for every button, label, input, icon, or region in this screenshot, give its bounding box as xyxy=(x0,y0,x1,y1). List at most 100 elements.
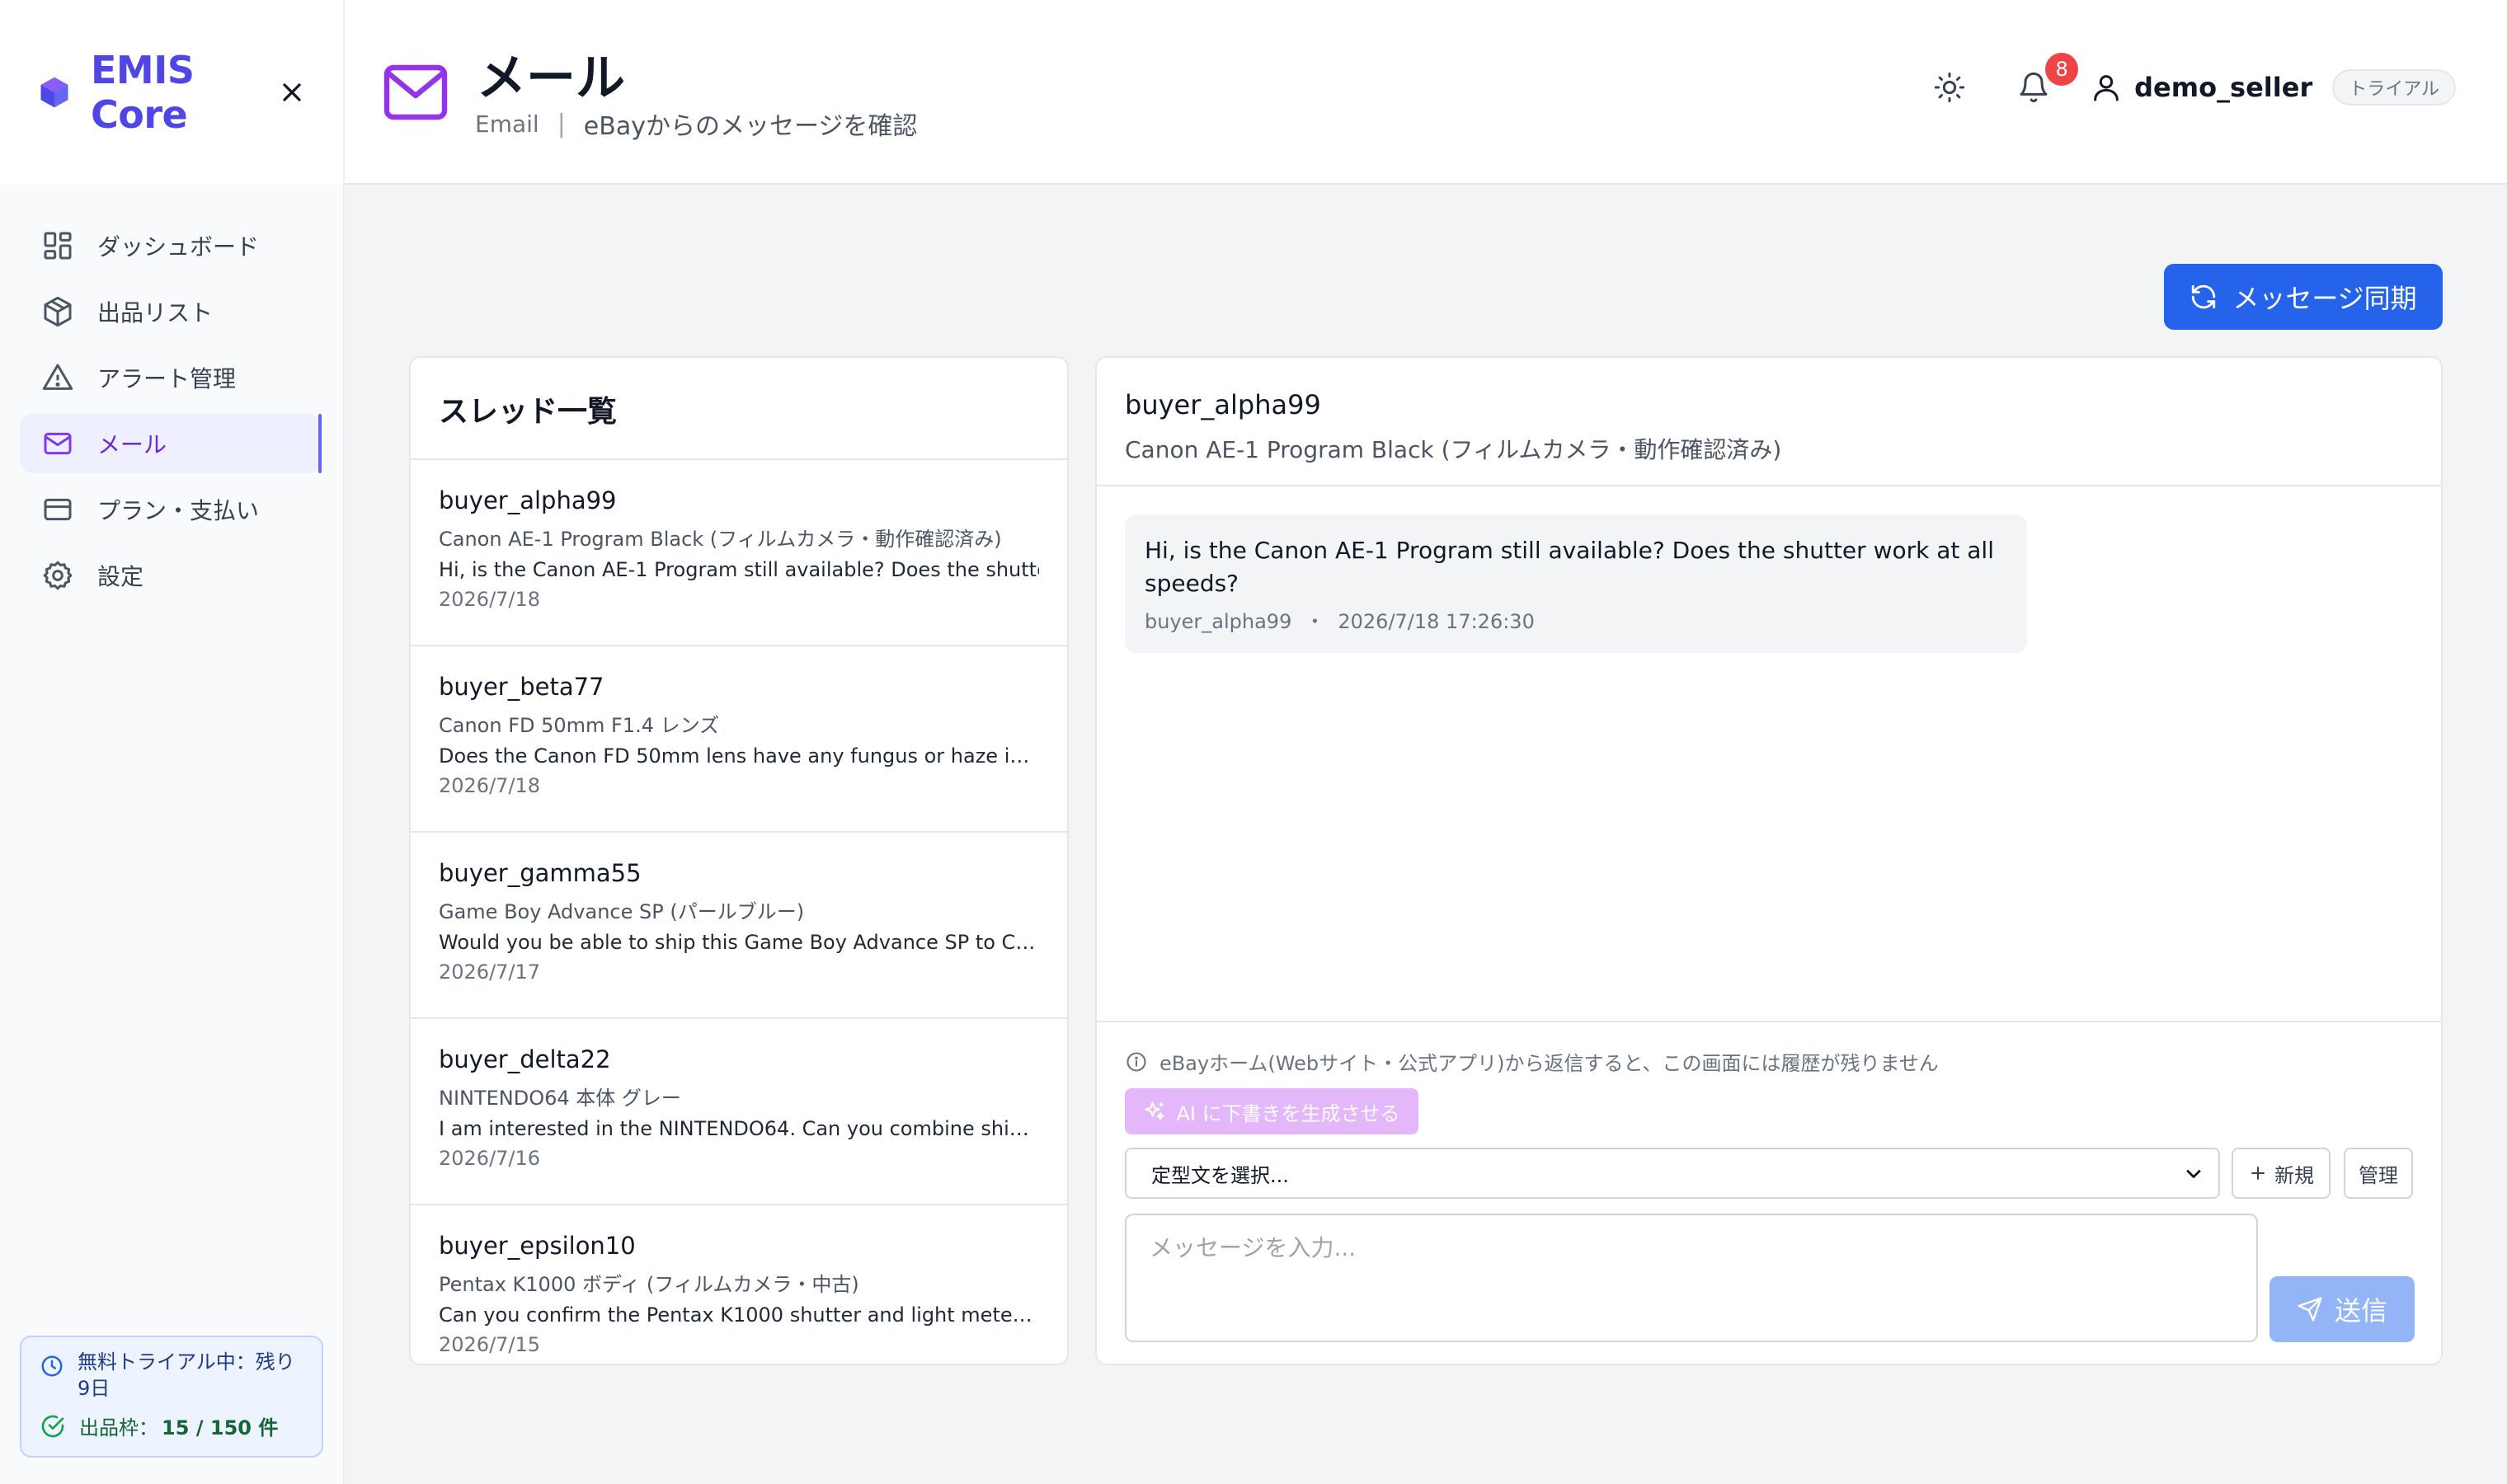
thread-buyer: buyer_epsilon10 xyxy=(439,1232,636,1260)
thread-preview: Does the Canon FD 50mm lens have any fun… xyxy=(439,744,1039,768)
send-button[interactable]: 送信 xyxy=(2269,1276,2415,1342)
new-template-label: 新規 xyxy=(2274,1163,2314,1187)
refresh-icon xyxy=(2190,283,2218,311)
thread-date: 2026/7/15 xyxy=(439,1333,541,1356)
thread-preview: I am interested in the NINTENDO64. Can y… xyxy=(439,1117,1039,1140)
sidebar-item-settings[interactable]: 設定 xyxy=(20,546,322,605)
gear-icon xyxy=(41,559,74,592)
sidebar-item-label: プラン・支払い xyxy=(97,497,260,524)
bell-icon xyxy=(2017,71,2050,104)
header-actions: 8 demo_seller トライアル xyxy=(1926,53,2456,110)
new-template-button[interactable]: 新規 xyxy=(2232,1148,2331,1199)
subtitle-text: eBayからのメッセージを確認 xyxy=(583,112,918,141)
sidebar-item-billing[interactable]: プラン・支払い xyxy=(20,480,322,539)
template-select[interactable]: 定型文を選択... xyxy=(1125,1148,2220,1199)
page-header: メール Email | eBayからのメッセージを確認 8 demo_selle… xyxy=(345,0,2507,185)
sidebar-item-label: アラート管理 xyxy=(97,365,237,392)
credit-card-icon xyxy=(41,493,74,526)
thread-item[interactable]: buyer_gamma55 Game Boy Advance SP (パールブル… xyxy=(411,833,1067,1019)
plan-badge: トライアル xyxy=(2332,69,2456,106)
subtitle-separator: | xyxy=(557,109,566,139)
notification-badge: 8 xyxy=(2045,53,2079,86)
message-list[interactable]: Hi, is the Canon AE-1 Program still avai… xyxy=(1097,486,2441,1021)
trial-status-card: 無料トライアル中：残り9日 出品枠： 15 / 150 件 xyxy=(20,1336,323,1458)
clock-icon xyxy=(40,1354,64,1378)
thread-preview: Can you confirm the Pentax K1000 shutter… xyxy=(439,1303,1039,1327)
conversation-header: buyer_alpha99 Canon AE-1 Program Black (… xyxy=(1097,358,2441,486)
thread-list-panel: スレッド一覧 buyer_alpha99 Canon AE-1 Program … xyxy=(409,356,1069,1365)
username: demo_seller xyxy=(2134,72,2313,103)
user-icon xyxy=(2090,71,2123,104)
thread-list-title: スレッド一覧 xyxy=(411,358,1067,460)
sync-label: メッセージ同期 xyxy=(2232,283,2417,314)
plus-icon xyxy=(2248,1163,2268,1183)
sidebar-item-dashboard[interactable]: ダッシュボード xyxy=(20,216,322,275)
listing-quota-row: 出品枠： 15 / 150 件 xyxy=(40,1411,303,1440)
brand-bar: EMIS Core xyxy=(0,0,343,185)
conversation-item-title: Canon AE-1 Program Black (フィルムカメラ・動作確認済み… xyxy=(1125,436,1782,463)
check-circle-icon xyxy=(40,1413,66,1439)
send-icon xyxy=(2297,1296,2323,1322)
thread-date: 2026/7/17 xyxy=(439,960,541,984)
sidebar-item-listings[interactable]: 出品リスト xyxy=(20,282,322,341)
sidebar: EMIS Core ダッシュボード 出品リスト アラート管理 メール プラン・支… xyxy=(0,0,345,1484)
warning-icon xyxy=(41,361,74,394)
thread-item[interactable]: buyer_beta77 Canon FD 50mm F1.4 レンズ Does… xyxy=(411,646,1067,833)
thread-buyer: buyer_alpha99 xyxy=(439,486,617,514)
sun-icon xyxy=(1933,71,1966,104)
message-text: Hi, is the Canon AE-1 Program still avai… xyxy=(1145,537,1994,597)
meta-separator: ・ xyxy=(1305,610,1325,633)
reply-composer: eBayホーム(Webサイト・公式アプリ)から返信すると、この画面には履歴が残り… xyxy=(1097,1021,2441,1364)
notifications-button[interactable]: 8 xyxy=(2011,53,2079,110)
sidebar-item-mail[interactable]: メール xyxy=(20,414,322,473)
manage-templates-button[interactable]: 管理 xyxy=(2344,1148,2413,1199)
thread-buyer: buyer_gamma55 xyxy=(439,859,642,887)
template-select-value: 定型文を選択... xyxy=(1151,1163,1289,1187)
sidebar-nav: ダッシュボード 出品リスト アラート管理 メール プラン・支払い 設定 xyxy=(0,185,343,605)
sync-messages-button[interactable]: メッセージ同期 xyxy=(2164,264,2443,330)
conversation-panel: buyer_alpha99 Canon AE-1 Program Black (… xyxy=(1095,356,2443,1365)
message-input[interactable] xyxy=(1125,1214,2258,1342)
reply-notice-text: eBayホーム(Webサイト・公式アプリ)から返信すると、この画面には履歴が残り… xyxy=(1159,1052,1939,1075)
user-menu[interactable]: demo_seller トライアル xyxy=(2090,69,2456,106)
sidebar-item-label: 出品リスト xyxy=(97,299,214,326)
thread-item[interactable]: buyer_epsilon10 Pentax K1000 ボディ (フィルムカメ… xyxy=(411,1205,1067,1364)
close-sidebar-icon[interactable] xyxy=(277,77,307,107)
sidebar-item-label: ダッシュボード xyxy=(97,233,260,261)
page-title: メール xyxy=(477,49,625,107)
sidebar-item-alerts[interactable]: アラート管理 xyxy=(20,348,322,407)
mail-icon xyxy=(41,427,74,460)
message-bubble: Hi, is the Canon AE-1 Program still avai… xyxy=(1125,514,2027,653)
info-icon xyxy=(1125,1050,1148,1073)
message-timestamp: 2026/7/18 17:26:30 xyxy=(1338,610,1535,633)
thread-buyer: buyer_beta77 xyxy=(439,673,604,701)
sidebar-item-label: 設定 xyxy=(97,563,144,590)
sidebar-item-label: メール xyxy=(97,431,167,458)
theme-toggle-button[interactable] xyxy=(1926,64,1973,110)
quota-label: 出品枠： xyxy=(79,1416,158,1439)
brand-name: EMIS Core xyxy=(91,48,195,137)
thread-date: 2026/7/18 xyxy=(439,774,541,797)
thread-date: 2026/7/18 xyxy=(439,588,541,611)
cube-logo-icon xyxy=(36,74,73,110)
manage-templates-label: 管理 xyxy=(2359,1163,2398,1187)
grid-icon xyxy=(41,229,74,262)
quota-value: 15 / 150 件 xyxy=(162,1416,279,1439)
trial-remaining-text: 無料トライアル中：残り9日 xyxy=(78,1350,295,1400)
thread-item-title: Canon AE-1 Program Black (フィルムカメラ・動作確認済み… xyxy=(439,528,1002,551)
thread-preview: Hi, is the Canon AE-1 Program still avai… xyxy=(439,558,1039,581)
thread-item-title: Canon FD 50mm F1.4 レンズ xyxy=(439,714,720,737)
thread-item[interactable]: buyer_alpha99 Canon AE-1 Program Black (… xyxy=(411,460,1067,646)
send-label: 送信 xyxy=(2334,1295,2387,1327)
reply-notice: eBayホーム(Webサイト・公式アプリ)から返信すると、この画面には履歴が残り… xyxy=(1125,1047,1939,1076)
message-sender: buyer_alpha99 xyxy=(1145,610,1292,633)
thread-buyer: buyer_delta22 xyxy=(439,1045,611,1073)
chevron-down-icon xyxy=(2182,1162,2205,1186)
thread-preview: Would you be able to ship this Game Boy … xyxy=(439,931,1039,954)
thread-item-title: Game Boy Advance SP (パールブルー) xyxy=(439,900,805,923)
ai-draft-button[interactable]: AI に下書きを生成させる xyxy=(1125,1088,1418,1134)
conversation-buyer: buyer_alpha99 xyxy=(1125,389,1321,420)
thread-item[interactable]: buyer_delta22 NINTENDO64 本体 グレー I am int… xyxy=(411,1019,1067,1205)
mail-icon xyxy=(383,63,449,122)
ai-draft-label: AI に下書きを生成させる xyxy=(1176,1101,1400,1125)
